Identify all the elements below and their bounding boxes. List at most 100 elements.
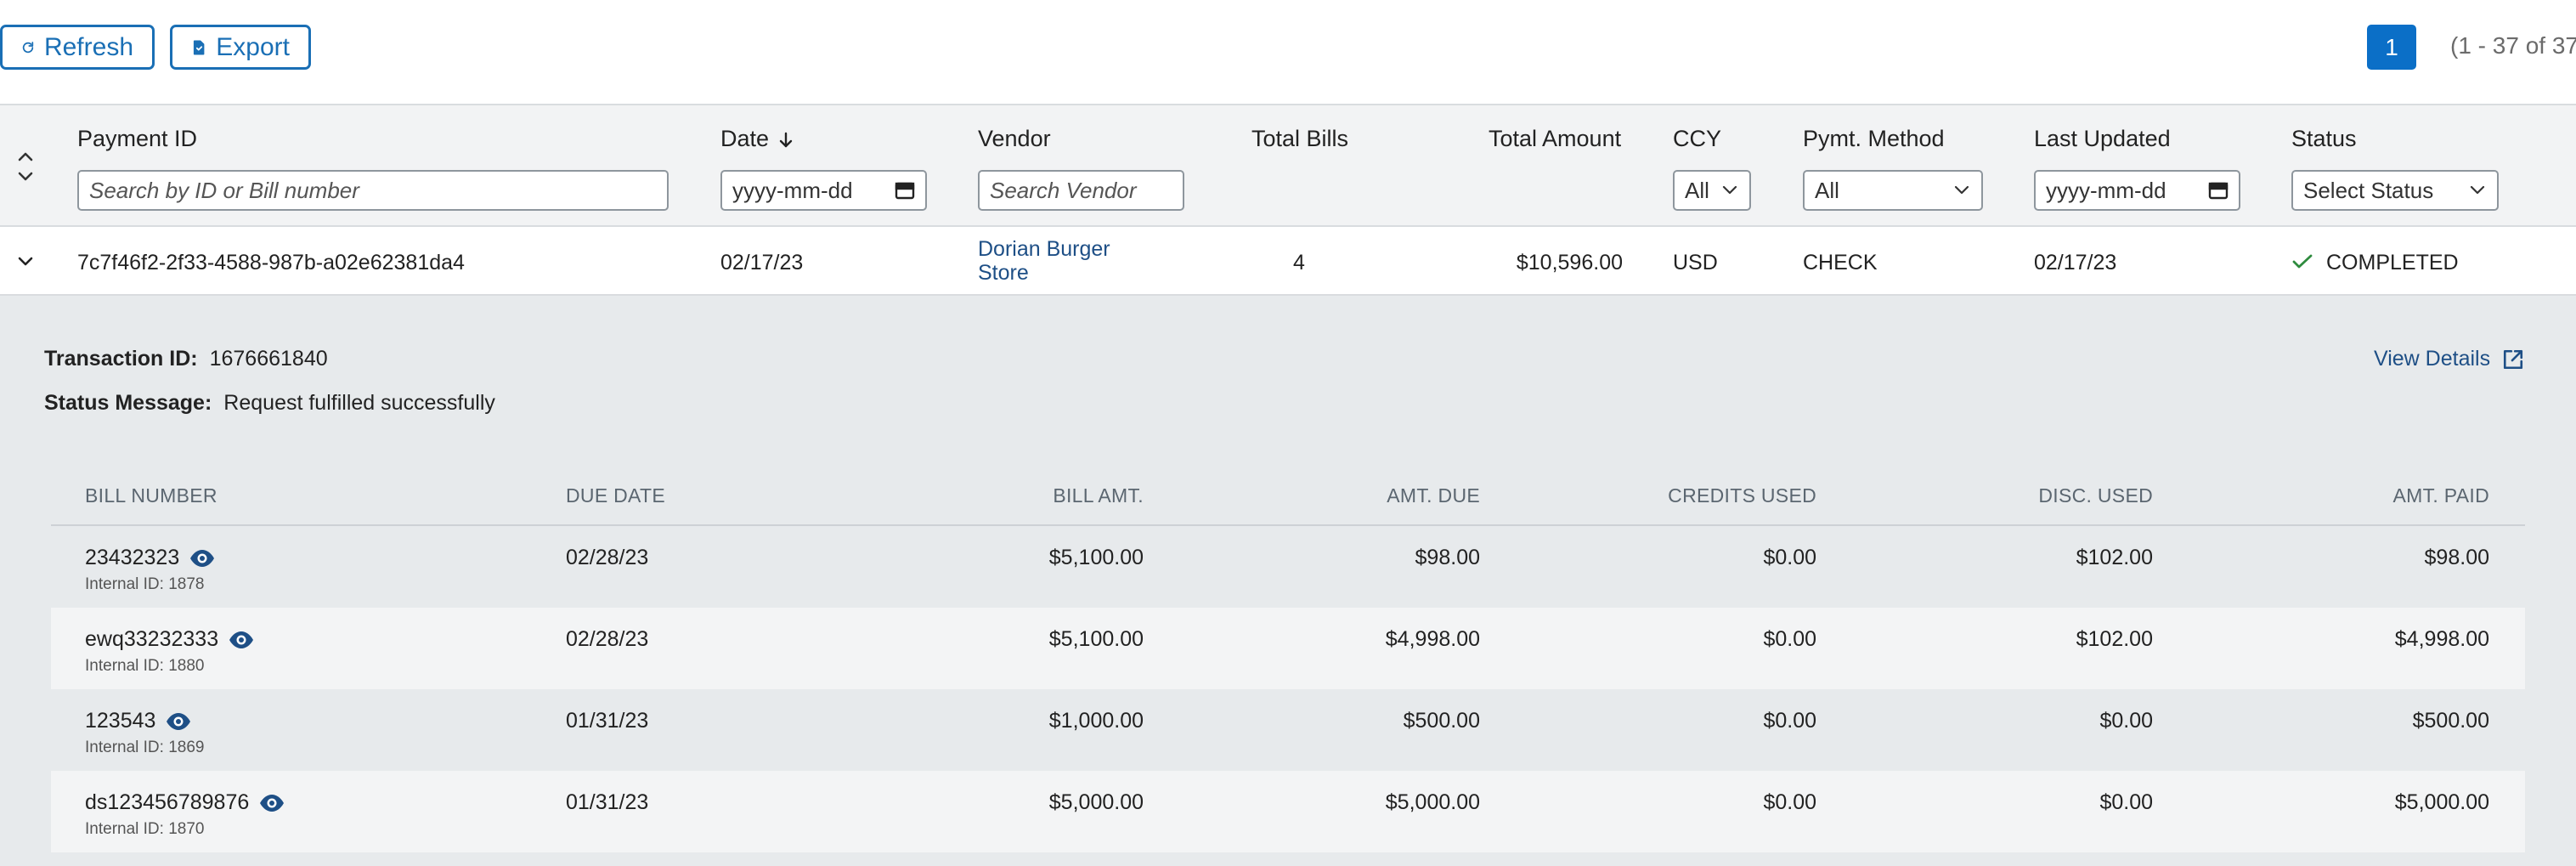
status-message-label: Status Message: — [44, 391, 212, 415]
status-cell: COMPLETED — [2326, 251, 2459, 275]
payment-id-cell: 7c7f46f2-2f33-4588-987b-a02e62381da4 — [77, 251, 465, 275]
date-filter-placeholder: yyyy-mm-dd — [732, 177, 853, 203]
payment-id-search-input[interactable]: Search by ID or Bill number — [77, 170, 669, 211]
bill-number: ds123456789876 — [85, 790, 250, 814]
chevron-down-icon — [1954, 185, 1969, 195]
bill-row: ds123456789876 Internal ID: 1870 01/31/2… — [51, 771, 2525, 852]
bill-amount: $1,000.00 — [1048, 709, 1144, 733]
payment-row[interactable]: 7c7f46f2-2f33-4588-987b-a02e62381da4 02/… — [0, 227, 2576, 296]
eye-icon[interactable] — [166, 712, 191, 731]
bill-number: 123543 — [85, 709, 156, 733]
payments-table-header: Payment ID Date Vendor Total Bills Total… — [0, 104, 2576, 227]
eye-icon[interactable] — [189, 549, 215, 568]
chevron-down-icon — [1722, 185, 1737, 195]
payment-id-search-placeholder: Search by ID or Bill number — [89, 177, 359, 203]
column-header-last-updated[interactable]: Last Updated — [2034, 126, 2171, 152]
bill-amount: $5,100.00 — [1048, 546, 1144, 569]
column-header-status[interactable]: Status — [2291, 126, 2357, 152]
vendor-name-line1: Dorian Burger — [978, 237, 1110, 261]
toolbar: Refresh Export 1 (1 - 37 of 37) — [0, 0, 2576, 104]
bills-header-disc-used: DISC. USED — [2038, 484, 2153, 507]
transaction-id-value: 1676661840 — [209, 347, 328, 371]
bill-row: 123543 Internal ID: 1869 01/31/23 $1,000… — [51, 689, 2525, 771]
bill-credits-used: $0.00 — [1763, 627, 1816, 651]
bill-number-cell: ewq33232333 — [85, 627, 254, 652]
bill-due-date: 02/28/23 — [566, 546, 649, 569]
bill-amt-paid: $500.00 — [2412, 709, 2489, 733]
bill-disc-used: $0.00 — [2099, 709, 2153, 733]
column-header-date-label: Date — [720, 126, 770, 151]
last-updated-filter-input[interactable]: yyyy-mm-dd — [2034, 170, 2240, 211]
ccy-select-value: All — [1685, 177, 1709, 203]
bill-amount: $5,000.00 — [1048, 790, 1144, 814]
bill-internal-id: Internal ID: 1880 — [85, 657, 205, 675]
total-amount-cell: $10,596.00 — [1516, 251, 1623, 275]
expand-row-chevron-down-icon[interactable] — [17, 256, 34, 267]
bill-due-date: 01/31/23 — [566, 790, 649, 814]
ccy-select[interactable]: All — [1673, 170, 1751, 211]
export-button-label: Export — [216, 32, 290, 61]
bill-credits-used: $0.00 — [1763, 790, 1816, 814]
vendor-search-input[interactable]: Search Vendor — [978, 170, 1184, 211]
bill-amt-due: $500.00 — [1403, 709, 1480, 733]
sort-desc-arrow-icon — [779, 132, 792, 148]
eye-icon[interactable] — [259, 794, 285, 812]
vendor-search-placeholder: Search Vendor — [990, 177, 1137, 203]
status-message-row: Status Message: Request fulfilled success… — [44, 391, 495, 416]
refresh-button-label: Refresh — [43, 32, 133, 61]
column-header-payment-id[interactable]: Payment ID — [77, 126, 197, 152]
pymt-method-select-value: All — [1815, 177, 1839, 203]
column-header-pymt-method[interactable]: Pymt. Method — [1803, 126, 1945, 152]
pymt-method-cell: CHECK — [1803, 251, 1878, 275]
bill-disc-used: $102.00 — [2076, 546, 2153, 569]
bill-internal-id: Internal ID: 1869 — [85, 739, 205, 756]
pagination-current-page[interactable]: 1 — [2367, 25, 2416, 70]
total-bills-cell: 4 — [1293, 251, 1305, 275]
bill-number-cell: ds123456789876 — [85, 790, 285, 815]
column-header-date[interactable]: Date — [720, 126, 793, 152]
bill-amt-due: $5,000.00 — [1385, 790, 1480, 814]
bill-due-date: 01/31/23 — [566, 709, 649, 733]
calendar-icon[interactable] — [2208, 181, 2229, 200]
bill-disc-used: $102.00 — [2076, 627, 2153, 651]
checkmark-icon — [2292, 254, 2313, 269]
bills-header-credits-used: CREDITS USED — [1668, 484, 1816, 507]
column-header-total-bills[interactable]: Total Bills — [1251, 126, 1348, 152]
bills-header-amt-due: AMT. DUE — [1387, 484, 1480, 507]
refresh-button[interactable]: Refresh — [0, 25, 155, 70]
status-select[interactable]: Select Status — [2291, 170, 2499, 211]
bill-amt-due: $4,998.00 — [1385, 627, 1480, 651]
payment-detail-panel: Transaction ID: 1676661840 Status Message… — [0, 296, 2576, 866]
bill-credits-used: $0.00 — [1763, 546, 1816, 569]
status-select-value: Select Status — [2303, 177, 2434, 203]
bill-amt-paid: $5,000.00 — [2394, 790, 2489, 814]
bill-row: ewq33232333 Internal ID: 1880 02/28/23 $… — [51, 608, 2525, 689]
vendor-name-line2: Store — [978, 261, 1029, 285]
column-header-total-amount[interactable]: Total Amount — [1489, 126, 1621, 152]
bill-number-cell: 23432323 — [85, 546, 215, 570]
last-updated-cell: 02/17/23 — [2034, 251, 2117, 275]
calendar-icon[interactable] — [895, 181, 915, 200]
eye-icon[interactable] — [229, 631, 254, 649]
bill-number-cell: 123543 — [85, 709, 191, 733]
date-cell: 02/17/23 — [720, 251, 804, 275]
export-button[interactable]: Export — [170, 25, 311, 70]
view-details-link[interactable]: View Details — [2374, 347, 2524, 371]
column-header-ccy[interactable]: CCY — [1673, 126, 1721, 152]
bill-number: ewq33232333 — [85, 627, 219, 651]
bill-amount: $5,100.00 — [1048, 627, 1144, 651]
bills-header-bill-amt: BILL AMT. — [1053, 484, 1144, 507]
external-link-icon — [2504, 349, 2523, 369]
bill-number: 23432323 — [85, 546, 180, 569]
bill-due-date: 02/28/23 — [566, 627, 649, 651]
sort-toggle-icon[interactable] — [15, 150, 36, 184]
pagination-range: (1 - 37 of 37) — [2450, 32, 2576, 59]
column-header-vendor[interactable]: Vendor — [978, 126, 1051, 152]
status-message-value: Request fulfilled successfully — [223, 391, 495, 415]
date-filter-input[interactable]: yyyy-mm-dd — [720, 170, 927, 211]
pymt-method-select[interactable]: All — [1803, 170, 1983, 211]
bills-header-due-date: DUE DATE — [566, 484, 665, 507]
vendor-link[interactable]: Dorian Burger Store — [978, 237, 1110, 285]
bill-amt-paid: $98.00 — [2424, 546, 2489, 569]
bill-internal-id: Internal ID: 1870 — [85, 820, 205, 838]
